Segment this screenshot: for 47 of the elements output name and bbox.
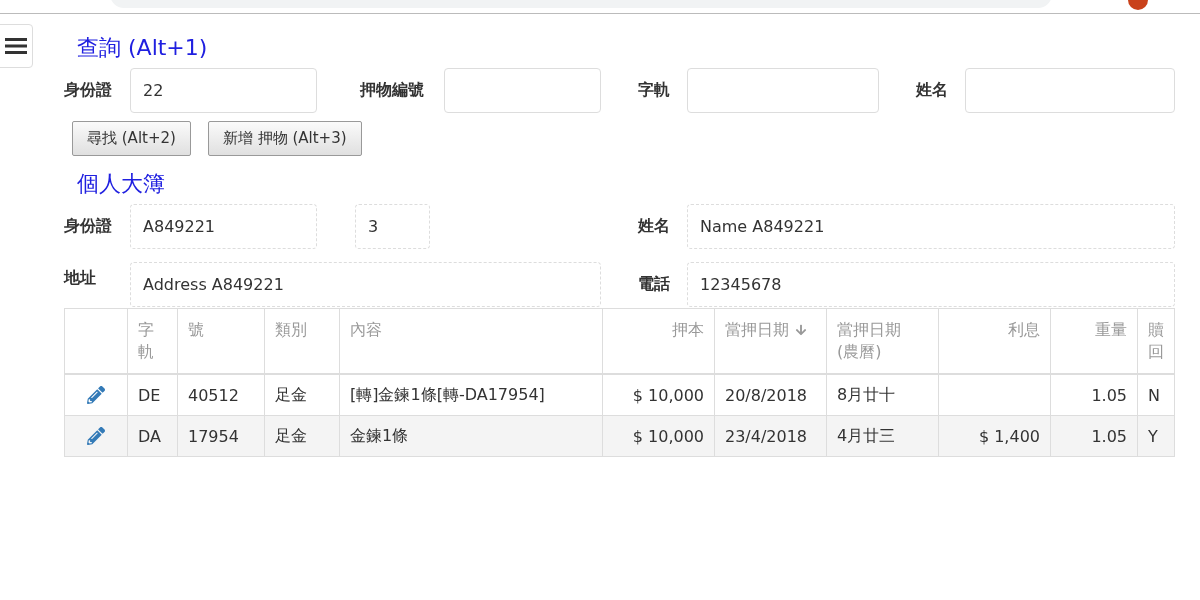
table-cell: $ 10,000 (602, 415, 715, 457)
input-field[interactable]: A849221 (130, 204, 317, 249)
section-title: 個人大簿 (77, 170, 166, 198)
table-cell: [轉]金鍊1條[轉-DA17954] (339, 374, 603, 416)
field-label: 姓名 (916, 80, 949, 101)
table-cell: 40512 (177, 374, 265, 416)
table-cell: 足金 (264, 415, 340, 457)
table-cell: N (1137, 374, 1175, 416)
input-field[interactable]: Name A849221 (687, 204, 1175, 249)
table-cell: DE (127, 374, 178, 416)
sort-arrow-icon (795, 324, 807, 336)
field-label: 字軌 (638, 80, 671, 101)
table-cell: 金鍊1條 (339, 415, 603, 457)
field-label: 地址 (64, 268, 97, 289)
input-field[interactable]: 3 (355, 204, 430, 249)
menu-icon (5, 37, 27, 55)
input-field[interactable]: 12345678 (687, 262, 1175, 307)
field-label: 身份證 (64, 80, 113, 101)
field-label: 姓名 (638, 216, 671, 237)
edit-button[interactable] (87, 386, 105, 404)
input-field[interactable] (965, 68, 1175, 113)
table-cell: 1.05 (1050, 415, 1138, 457)
table-cell: 4月廿三 (826, 415, 939, 457)
menu-button[interactable] (0, 24, 33, 68)
table-cell: 8月廿十 (826, 374, 939, 416)
input-field[interactable] (687, 68, 879, 113)
table-cell: $ 10,000 (602, 374, 715, 416)
pencil-icon (87, 427, 105, 445)
table-cell: 1.05 (1050, 374, 1138, 416)
table-cell: 23/4/2018 (714, 415, 827, 457)
table-cell: Y (1137, 415, 1175, 457)
action-button[interactable]: 新增 押物 (Alt+3) (207, 121, 362, 156)
field-label: 身份證 (64, 216, 113, 237)
table-cell: 足金 (264, 374, 340, 416)
input-field[interactable]: 22 (130, 68, 317, 113)
table-cell: 17954 (177, 415, 265, 457)
field-label: 押物編號 (360, 80, 425, 101)
section-title: 查詢 (Alt+1) (77, 34, 209, 62)
table-cell: $ 1,400 (938, 415, 1051, 457)
action-button[interactable]: 尋找 (Alt+2) (72, 121, 191, 156)
table-cell: 20/8/2018 (714, 374, 827, 416)
table-cell: DA (127, 415, 178, 457)
field-label: 電話 (638, 274, 671, 295)
pencil-icon (87, 386, 105, 404)
input-field[interactable]: Address A849221 (130, 262, 601, 307)
input-field[interactable] (444, 68, 601, 113)
edit-button[interactable] (87, 427, 105, 445)
